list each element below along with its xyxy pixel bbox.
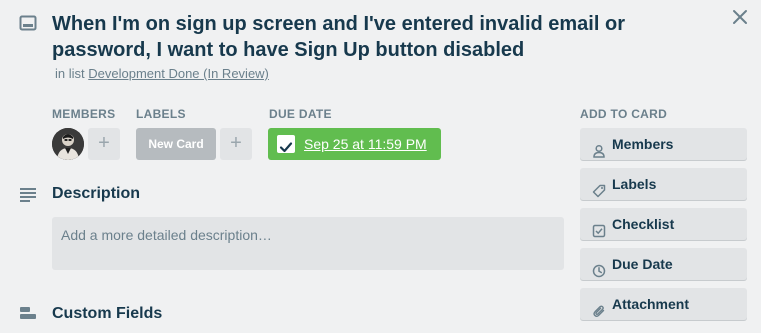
card-title[interactable]: When I'm on sign up screen and I've ente…: [52, 11, 692, 63]
custom-fields-heading: Custom Fields: [52, 305, 163, 322]
checkbox-icon: [592, 217, 606, 238]
members-label: MEMBERS: [52, 107, 116, 121]
in-list-prefix: in list: [55, 66, 85, 81]
members-button[interactable]: Members: [580, 128, 747, 160]
checklist-button-label: Checklist: [612, 216, 675, 232]
clock-icon: [592, 257, 606, 278]
description-icon: [19, 186, 37, 202]
add-member-button[interactable]: +: [88, 128, 120, 160]
list-breadcrumb: in list Development Done (In Review): [55, 66, 269, 81]
description-input[interactable]: Add a more detailed description…: [52, 217, 564, 270]
due-complete-checkbox[interactable]: [277, 135, 295, 153]
members-button-label: Members: [612, 136, 674, 152]
label-chip[interactable]: New Card: [136, 128, 216, 160]
add-label-button[interactable]: +: [220, 128, 252, 160]
close-icon[interactable]: [731, 8, 749, 26]
attachment-button-label: Attachment: [612, 296, 690, 312]
custom-fields-icon: [19, 305, 37, 321]
add-to-card-label: ADD TO CARD: [580, 107, 668, 121]
card-icon: [19, 15, 37, 31]
due-date-button-label: Due Date: [612, 256, 673, 272]
checklist-button[interactable]: Checklist: [580, 208, 747, 240]
due-date-button[interactable]: Due Date: [580, 248, 747, 280]
due-date-badge[interactable]: Sep 25 at 11:59 PM: [268, 128, 441, 160]
labels-button[interactable]: Labels: [580, 168, 747, 200]
avatar[interactable]: [52, 128, 84, 160]
labels-button-label: Labels: [612, 176, 657, 192]
labels-label: LABELS: [136, 107, 186, 121]
person-icon: [592, 137, 606, 158]
attachment-button[interactable]: Attachment: [580, 288, 747, 320]
list-link[interactable]: Development Done (In Review): [88, 66, 269, 81]
description-heading: Description: [52, 185, 141, 202]
due-date-label: DUE DATE: [269, 107, 332, 121]
paperclip-icon: [592, 297, 606, 318]
due-date-value[interactable]: Sep 25 at 11:59 PM: [304, 128, 427, 160]
tag-icon: [592, 177, 606, 198]
